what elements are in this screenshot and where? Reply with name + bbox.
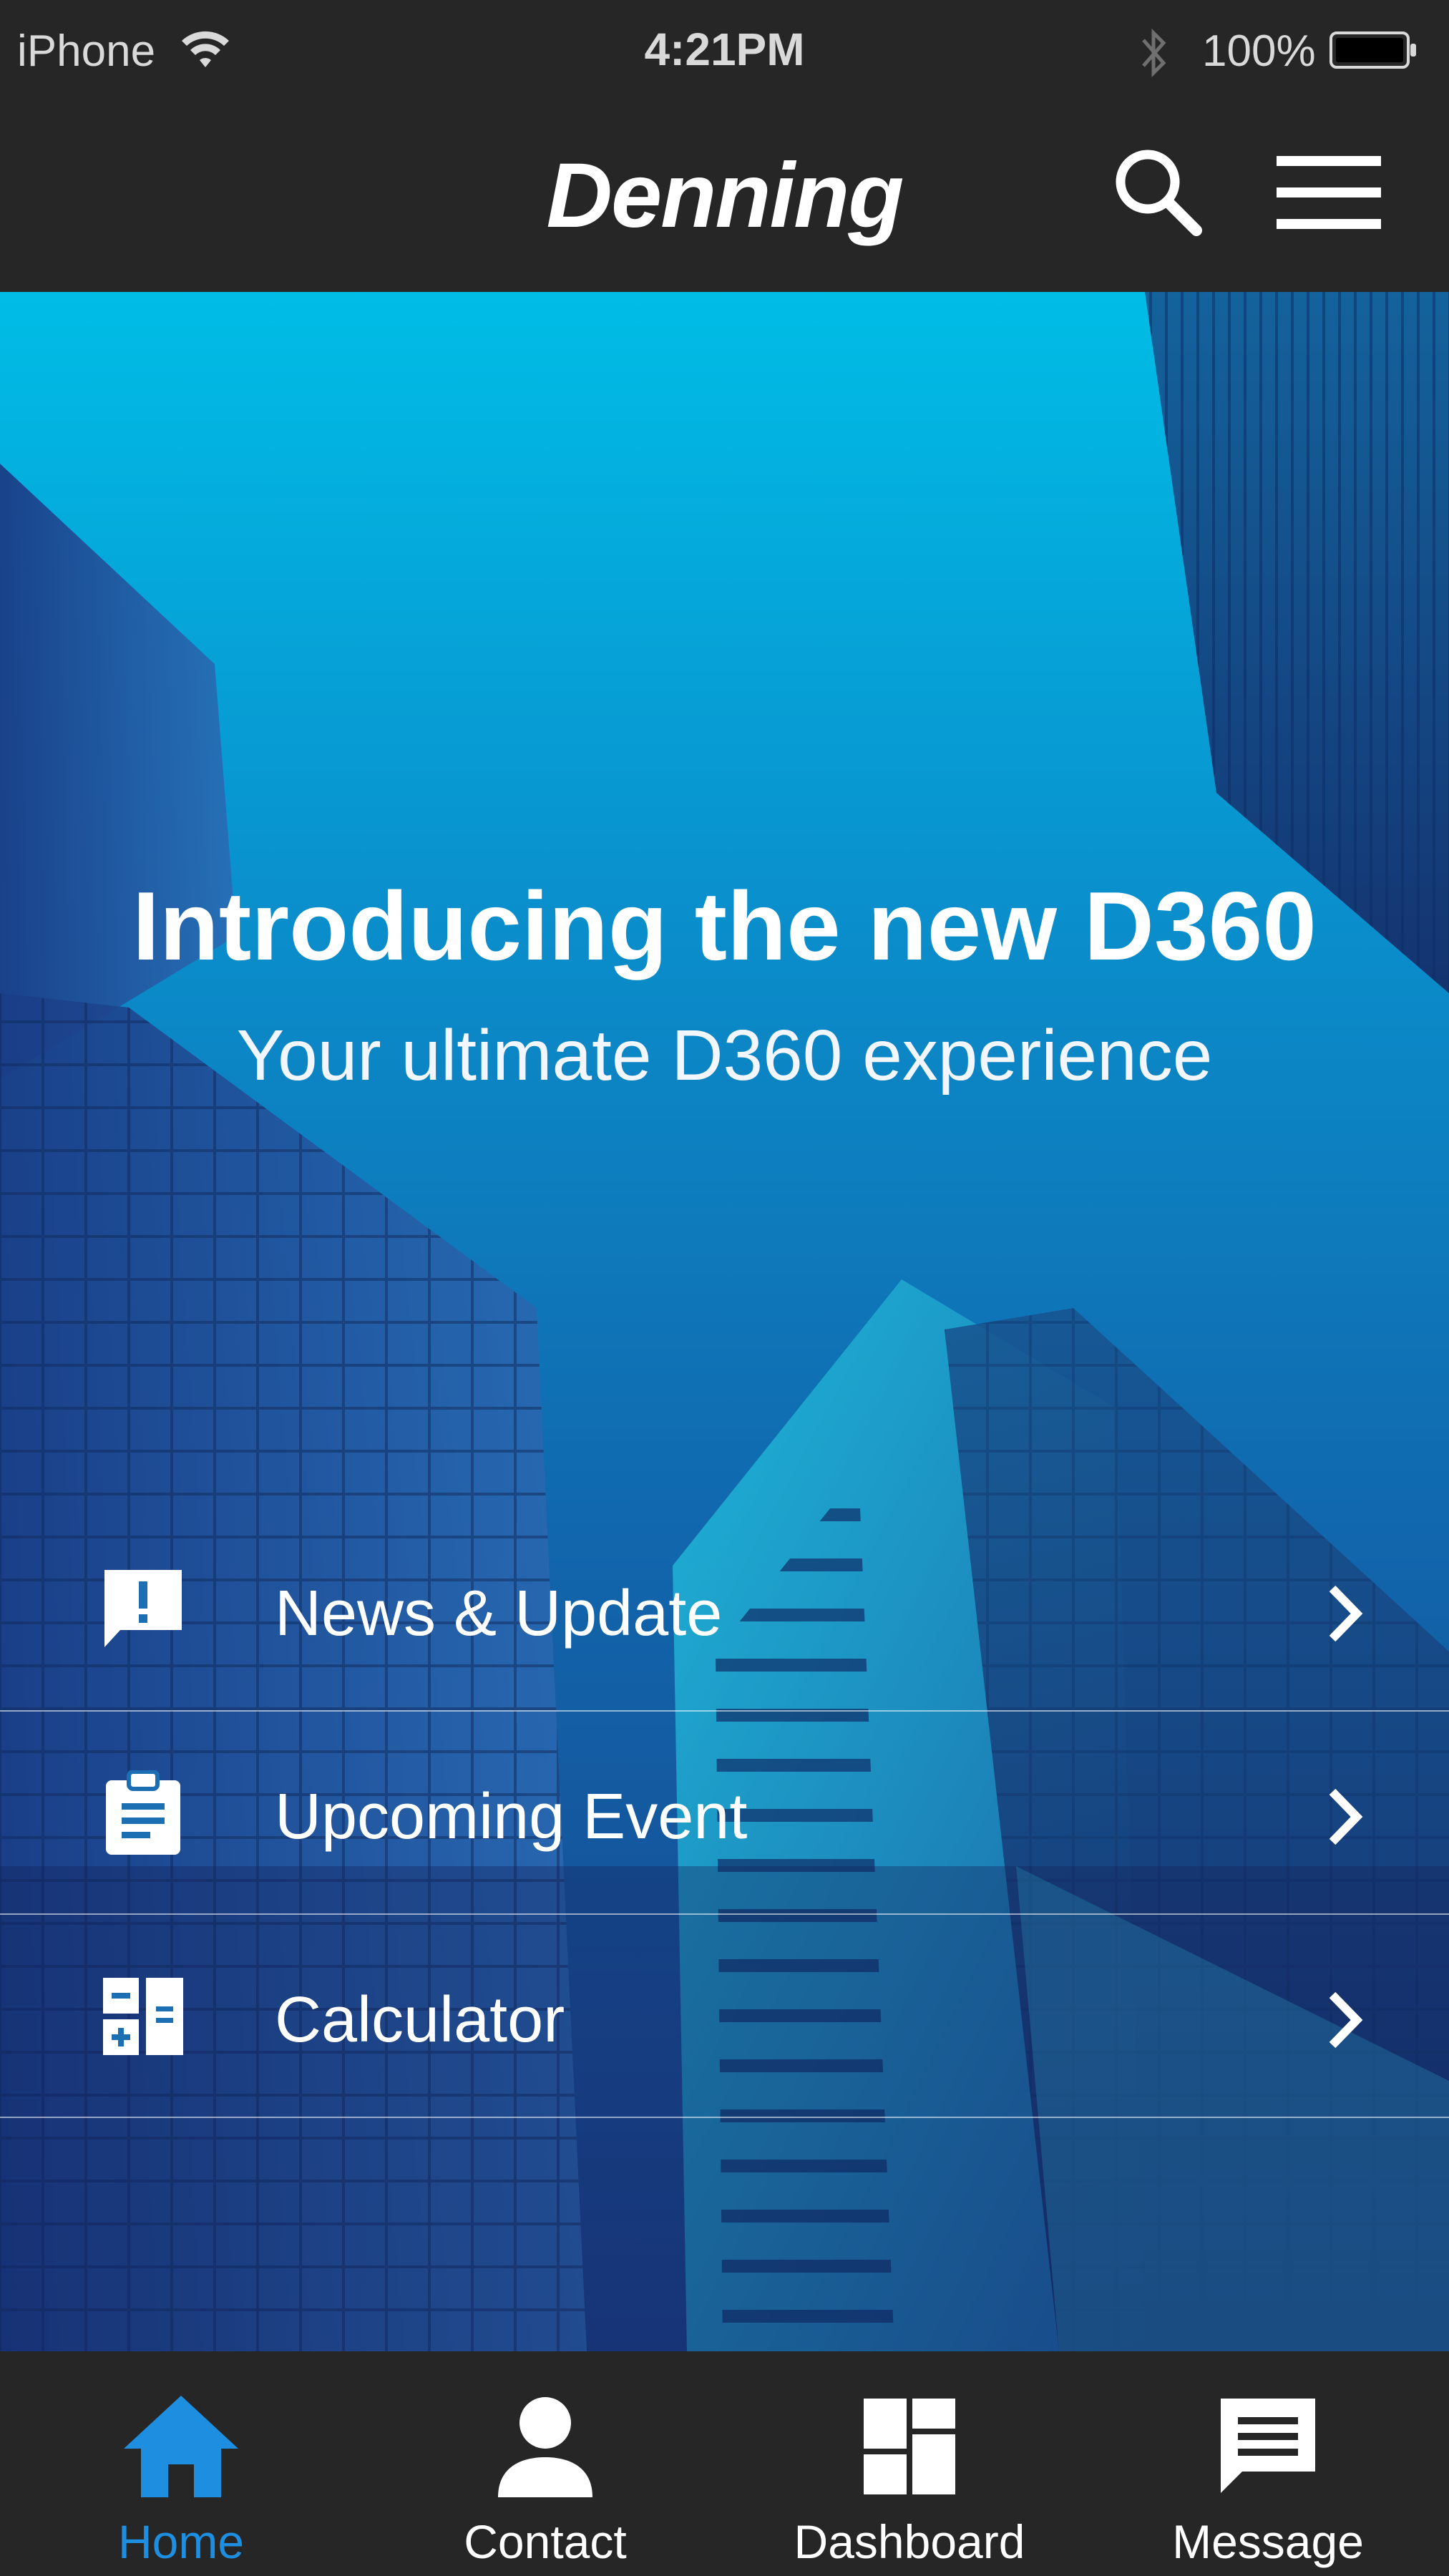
chevron-right-icon (1329, 1585, 1363, 1642)
dashboard-icon (864, 2399, 955, 2494)
battery-icon (1330, 31, 1416, 69)
menu-item-calculator[interactable]: Calculator (0, 1915, 1449, 2118)
chevron-right-icon (1329, 1788, 1363, 1845)
person-icon (498, 2397, 592, 2497)
menu-item-label: Calculator (275, 1984, 565, 2056)
tab-dashboard[interactable]: Dashboard (728, 2351, 1091, 2576)
hamburger-menu-icon[interactable] (1277, 153, 1381, 232)
clipboard-icon (106, 1770, 180, 1855)
app-bar: Denning (0, 100, 1449, 292)
app-screen: iPhone 4:21PM 100% Denning Introducing t… (0, 0, 1449, 2576)
battery-percentage: 100% (1202, 26, 1316, 76)
message-icon (1221, 2399, 1315, 2493)
announcement-icon (104, 1570, 182, 1647)
menu-item-label: Upcoming Event (275, 1781, 748, 1853)
tab-label: Contact (464, 2515, 627, 2568)
hero-subtitle: Your ultimate D360 experience (236, 1015, 1213, 1096)
menu-item-label: News & Update (275, 1578, 723, 1649)
search-icon[interactable] (1111, 145, 1204, 238)
menu-item-news[interactable]: News & Update (0, 1508, 1449, 1712)
tab-message[interactable]: Message (1087, 2351, 1449, 2576)
tab-contact[interactable]: Contact (364, 2351, 726, 2576)
home-icon (124, 2396, 238, 2497)
bluetooth-icon (1142, 28, 1166, 78)
menu-item-upcoming-event[interactable]: Upcoming Event (0, 1712, 1449, 1915)
brand-logo[interactable]: Denning (0, 143, 1449, 248)
calculator-icon (103, 1978, 183, 2055)
status-bar: iPhone 4:21PM 100% (0, 0, 1449, 100)
bottom-nav-bar: Home Contact Dashboard Message (0, 2351, 1449, 2576)
hero-banner: Introducing the new D360 Your ultimate D… (0, 292, 1449, 2351)
feature-menu-list: News & Update Upcoming Event Calculator (0, 1508, 1449, 2118)
chevron-right-icon (1329, 1991, 1363, 2049)
tab-label: Home (117, 2515, 245, 2568)
tab-home[interactable]: Home (0, 2351, 362, 2576)
tab-label: Dashboard (794, 2515, 1025, 2568)
hero-title: Introducing the new D360 (132, 872, 1317, 980)
tab-label: Message (1172, 2515, 1364, 2568)
